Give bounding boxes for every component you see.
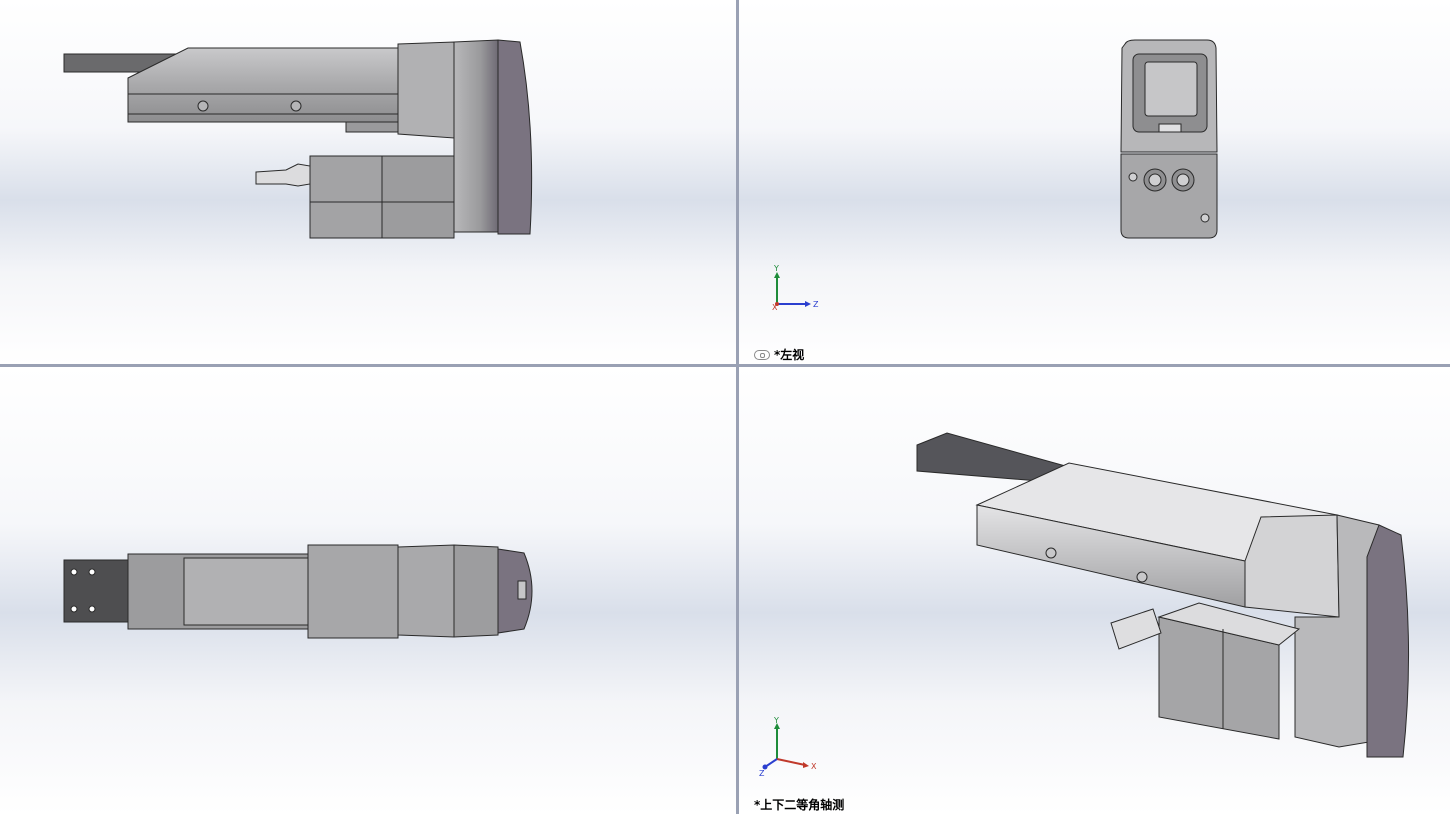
view-label-left: *左视: [754, 346, 804, 363]
triad-label-x: X: [772, 303, 778, 312]
viewport-top[interactable]: [0, 367, 736, 814]
triad-x-axis: [776, 758, 806, 766]
triad-label-y: Y: [773, 717, 779, 725]
link-icon: [754, 349, 770, 360]
view-name: *左视: [774, 348, 805, 362]
triad-label-z: Z: [813, 300, 819, 309]
view-name: *上下二等角轴测: [754, 798, 845, 812]
left-view-model: [1120, 39, 1218, 239]
viewport-left[interactable]: Y Z X *左视: [739, 0, 1450, 364]
viewport-trimetric[interactable]: Y X Z *上下二等角轴测: [739, 367, 1450, 814]
top-view-model: [63, 544, 533, 639]
viewport-front[interactable]: [0, 0, 736, 364]
triad-label-z: Z: [759, 769, 765, 778]
front-view-model: [63, 39, 533, 239]
view-triad: Y Z X: [772, 264, 819, 312]
view-label-trimetric: *上下二等角轴测: [754, 796, 844, 813]
trimetric-view-model: [916, 432, 1410, 758]
view-triad-iso: Y X Z: [759, 717, 817, 778]
triad-label-y: Y: [773, 264, 779, 273]
triad-label-x: X: [811, 762, 817, 771]
